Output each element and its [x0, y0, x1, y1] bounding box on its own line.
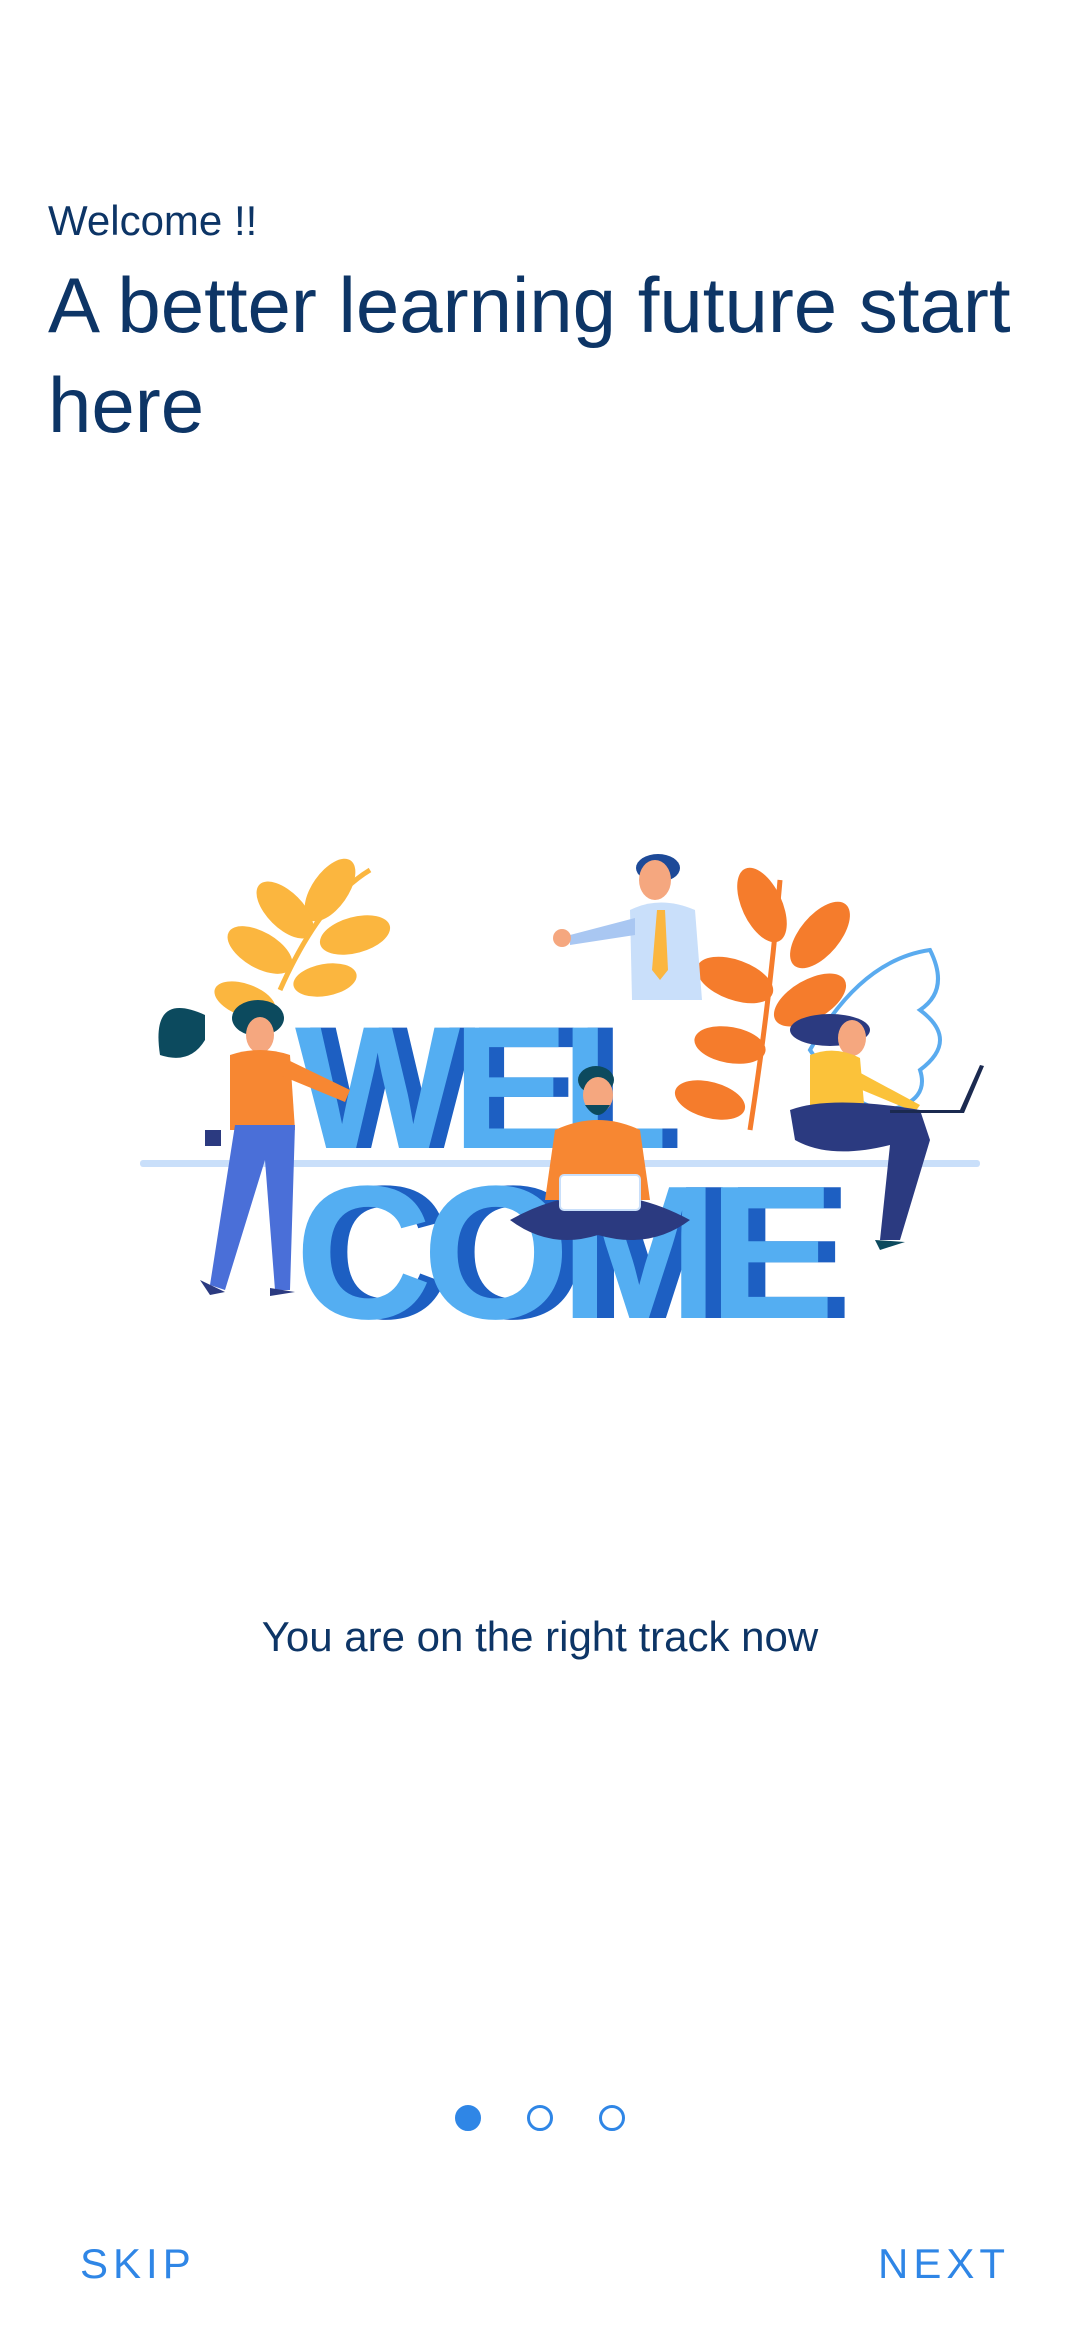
onboarding-tagline: You are on the right track now	[261, 1613, 819, 1660]
page-dot-3[interactable]	[599, 2105, 625, 2131]
page-dot-2[interactable]	[527, 2105, 553, 2131]
page-dot-1[interactable]	[455, 2105, 481, 2131]
welcome-illustration: WEL WEL COME COME	[140, 854, 984, 1340]
page-headline: A better learning future start here	[48, 261, 1011, 449]
man-standing-figure	[553, 854, 702, 1000]
page-indicator	[0, 2105, 1080, 2131]
next-button[interactable]: NEXT	[878, 2240, 1010, 2288]
welcome-greeting: Welcome !!	[48, 197, 258, 244]
skip-button[interactable]: SKIP	[80, 2240, 196, 2288]
